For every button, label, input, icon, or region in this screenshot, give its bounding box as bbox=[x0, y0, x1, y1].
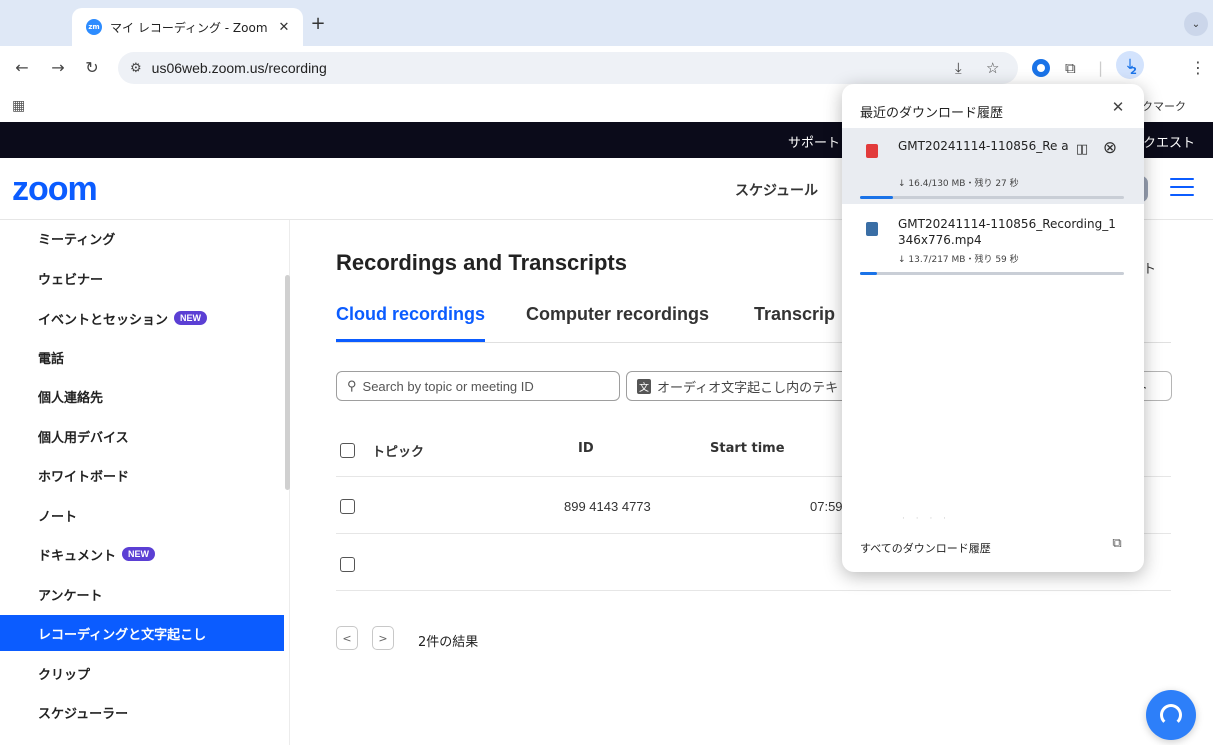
all-downloads-link[interactable]: すべてのダウンロード履歴 bbox=[860, 540, 991, 556]
reload-icon[interactable]: ↻ bbox=[82, 58, 102, 78]
sidebar-item-label: 個人連絡先 bbox=[38, 390, 104, 406]
sidebar-item-label: スケジューラー bbox=[38, 706, 129, 722]
zoom-favicon-icon: zm bbox=[86, 19, 102, 35]
download-count-badge: 2 bbox=[1130, 66, 1137, 77]
search-field[interactable]: ⚲ bbox=[336, 371, 620, 401]
download-progress-bar bbox=[860, 272, 1124, 275]
sidebar-item-whiteboard[interactable]: ホワイトボード bbox=[0, 457, 284, 493]
start-time-cell: 07:59 bbox=[810, 499, 843, 514]
new-badge: NEW bbox=[122, 547, 156, 561]
extensions-puzzle-icon[interactable]: ⧉ bbox=[1065, 59, 1076, 77]
sidebar-item-label: レコーディングと文字起こし bbox=[38, 627, 207, 643]
download-progress-bar bbox=[860, 196, 1124, 199]
row-checkbox[interactable] bbox=[340, 499, 355, 514]
sidebar-item-label: イベントとセッション bbox=[38, 312, 169, 328]
close-icon[interactable]: ✕ bbox=[1108, 98, 1128, 116]
sidebar-item-label: ミーティング bbox=[38, 232, 116, 248]
sidebar-item-events[interactable]: イベントとセッション NEW bbox=[0, 300, 284, 336]
sidebar-item-label: アンケート bbox=[38, 588, 103, 604]
download-progress-fill bbox=[860, 196, 894, 199]
download-history-title: 最近のダウンロード履歴 bbox=[860, 106, 1004, 121]
tab-cloud-recordings[interactable]: Cloud recordings bbox=[336, 304, 486, 342]
pager-prev-button[interactable]: < bbox=[336, 626, 358, 650]
sidebar: ミーティング ウェビナー イベントとセッション NEW 電話 個人連絡先 個人用デ… bbox=[0, 220, 290, 745]
open-external-icon[interactable]: ⧉ bbox=[1108, 536, 1126, 551]
sidebar-item-label: ドキュメント bbox=[38, 548, 117, 564]
download-filename: GMT20241114-110856_Re a bbox=[898, 139, 1069, 153]
support-link[interactable]: サポート bbox=[788, 132, 840, 151]
pause-icon[interactable]: ▯▯ bbox=[1072, 142, 1090, 157]
new-tab-button[interactable]: + bbox=[308, 14, 328, 34]
tab-transcripts[interactable]: Transcrip bbox=[754, 304, 835, 342]
bookmark-star-icon[interactable]: ☆ bbox=[986, 59, 999, 77]
sidebar-item-scheduler[interactable]: スケジューラー bbox=[0, 694, 284, 730]
sidebar-item-meetings[interactable]: ミーティング bbox=[0, 220, 284, 256]
transcript-search-field[interactable]: 文 オーディオ文字起こし内のテキ bbox=[626, 371, 856, 401]
browser-menu-icon[interactable]: ⋮ bbox=[1190, 58, 1206, 77]
sidebar-item-label: ノート bbox=[38, 509, 78, 525]
url-text: us06web.zoom.us/recording bbox=[151, 60, 327, 76]
address-bar[interactable]: ⚙ us06web.zoom.us/recording bbox=[118, 52, 1018, 84]
download-progress-fill bbox=[860, 272, 877, 275]
sidebar-item-phone[interactable]: 電話 bbox=[0, 339, 284, 375]
sidebar-item-contacts[interactable]: 個人連絡先 bbox=[0, 378, 284, 414]
file-icon bbox=[866, 144, 878, 158]
site-info-icon[interactable]: ⚙ bbox=[130, 61, 142, 76]
back-arrow-icon[interactable]: ← bbox=[12, 58, 32, 78]
apps-grid-icon[interactable]: ▦ bbox=[12, 98, 25, 114]
sidebar-item-label: 電話 bbox=[38, 351, 65, 367]
result-count: 2件の結果 bbox=[418, 635, 479, 650]
pager-next-button[interactable]: > bbox=[372, 626, 394, 650]
table-row-divider bbox=[336, 590, 1171, 591]
extension-icon[interactable] bbox=[1032, 59, 1050, 77]
download-status: ↓ 16.4/130 MB・残り 27 秒 bbox=[898, 179, 1019, 189]
tab-title: マイ レコーディング - Zoom bbox=[110, 20, 268, 35]
transcript-icon: 文 bbox=[637, 378, 651, 394]
sidebar-item-notes[interactable]: ノート bbox=[0, 497, 284, 533]
column-header-start-time[interactable]: Start time bbox=[710, 441, 785, 456]
tab-close-icon[interactable]: ✕ bbox=[275, 20, 293, 35]
sidebar-item-docs[interactable]: ドキュメント NEW bbox=[0, 536, 284, 572]
install-download-icon[interactable]: ⤓ bbox=[955, 59, 962, 77]
select-all-checkbox[interactable] bbox=[340, 443, 355, 458]
sidebar-item-surveys[interactable]: アンケート bbox=[0, 576, 284, 612]
download-history-popup: 最近のダウンロード履歴 ✕ GMT20241114-110856_Re a ▯▯… bbox=[842, 84, 1144, 572]
browser-tab[interactable]: zm マイ レコーディング - Zoom ✕ bbox=[72, 8, 303, 46]
search-icon: ⚲ bbox=[347, 378, 357, 393]
column-header-id[interactable]: ID bbox=[578, 441, 594, 456]
transcript-search-placeholder: オーディオ文字起こし内のテキ bbox=[657, 380, 839, 396]
cancel-download-icon[interactable]: ⊗ bbox=[1100, 138, 1120, 158]
download-status: ↓ 13.7/217 MB・残り 59 秒 bbox=[898, 255, 1019, 265]
column-header-topic[interactable]: トピック bbox=[372, 441, 424, 460]
meeting-id-cell: 899 4143 4773 bbox=[564, 499, 651, 514]
tab-bar: zm マイ レコーディング - Zoom ✕ + ⌄ bbox=[0, 0, 1213, 46]
tab-search-chevron-icon[interactable]: ⌄ bbox=[1184, 12, 1208, 36]
chat-icon bbox=[1160, 704, 1182, 726]
toolbar-divider: | bbox=[1098, 59, 1104, 77]
zoom-logo[interactable]: zoom bbox=[12, 172, 98, 206]
scroll-fade: · · · · bbox=[902, 514, 951, 524]
sidebar-item-webinars[interactable]: ウェビナー bbox=[0, 260, 284, 296]
new-badge: NEW bbox=[174, 311, 208, 325]
sidebar-item-recordings[interactable]: レコーディングと文字起こし bbox=[0, 615, 284, 651]
download-item[interactable]: GMT20241114-110856_Re a ▯▯ ⊗ ↓ 16.4/130 … bbox=[842, 128, 1144, 204]
sidebar-item-label: 個人用デバイス bbox=[38, 430, 129, 446]
file-icon bbox=[866, 222, 878, 236]
forward-arrow-icon[interactable]: → bbox=[48, 58, 68, 78]
hamburger-menu-icon[interactable] bbox=[1170, 178, 1194, 196]
sidebar-item-label: ホワイトボード bbox=[38, 469, 130, 485]
row-checkbox[interactable] bbox=[340, 557, 355, 572]
download-filename: GMT20241114-110856_Recording_1346x776.mp… bbox=[898, 217, 1116, 247]
search-input[interactable] bbox=[362, 378, 603, 394]
chat-button[interactable] bbox=[1146, 690, 1196, 740]
sidebar-item-devices[interactable]: 個人用デバイス bbox=[0, 418, 284, 454]
tab-computer-recordings[interactable]: Computer recordings bbox=[526, 304, 709, 342]
page-title: Recordings and Transcripts bbox=[336, 250, 627, 275]
download-item[interactable]: GMT20241114-110856_Recording_1346x776.mp… bbox=[842, 206, 1144, 282]
sidebar-item-label: ウェビナー bbox=[38, 272, 104, 288]
sidebar-item-label: クリップ bbox=[38, 667, 91, 683]
schedule-link[interactable]: スケジュール bbox=[735, 180, 818, 200]
sidebar-item-clips[interactable]: クリップ bbox=[0, 655, 284, 691]
